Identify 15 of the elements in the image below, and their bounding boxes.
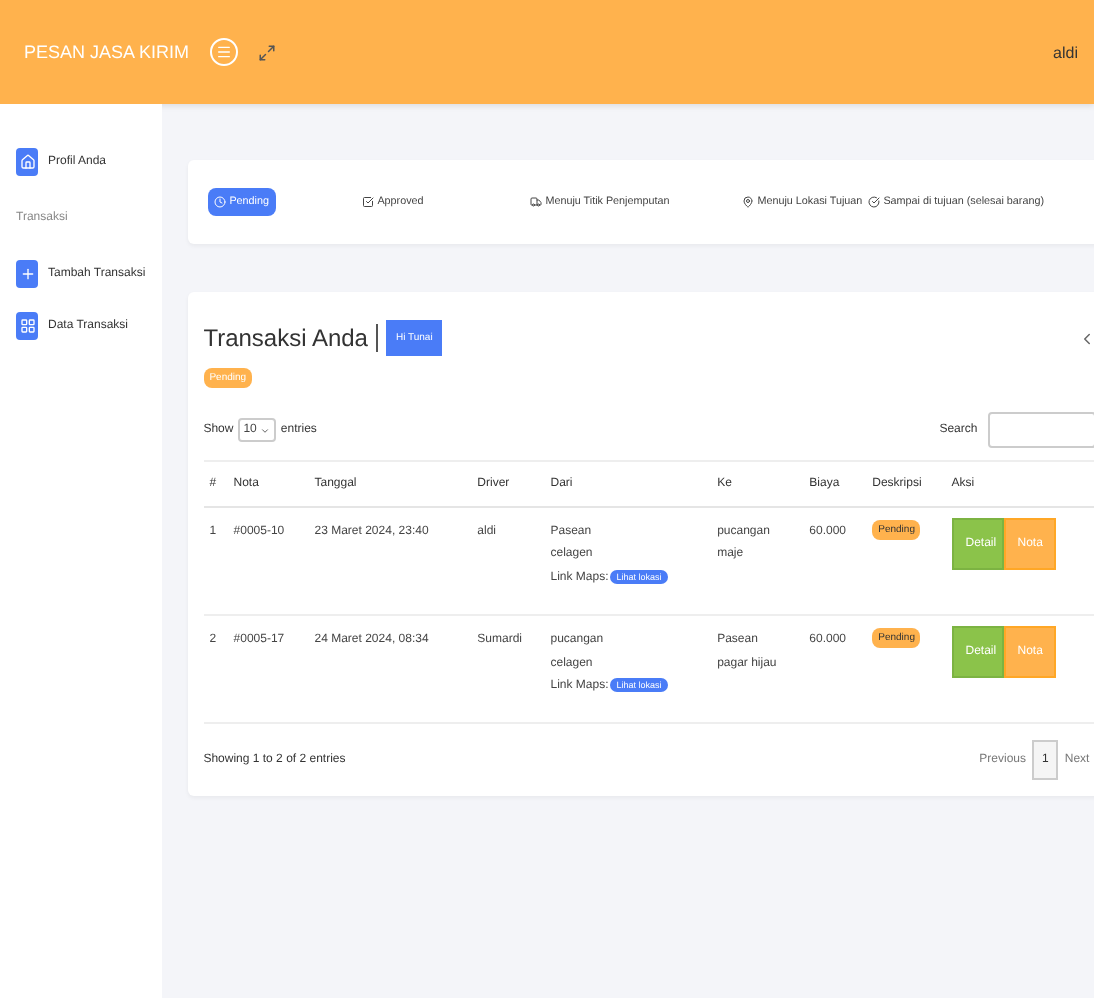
card-title: Transaksi Anda: [203, 324, 368, 352]
brand-title: PESAN JASA KIRIM: [24, 42, 190, 62]
pin-icon: [741, 196, 754, 208]
menu-icon: [215, 44, 232, 60]
user-name[interactable]: aldi: [1053, 43, 1078, 61]
caret-icon: [260, 425, 271, 435]
checkbox-icon: [361, 196, 374, 208]
truck-icon: [529, 196, 542, 208]
plus-icon: [16, 260, 38, 288]
home-icon: [16, 148, 38, 176]
grid-icon: [16, 312, 38, 340]
search-field[interactable]: [987, 412, 1094, 448]
check-circle-icon: [867, 196, 880, 208]
clock-icon: [213, 196, 226, 208]
fullscreen-icon[interactable]: [257, 43, 276, 61]
